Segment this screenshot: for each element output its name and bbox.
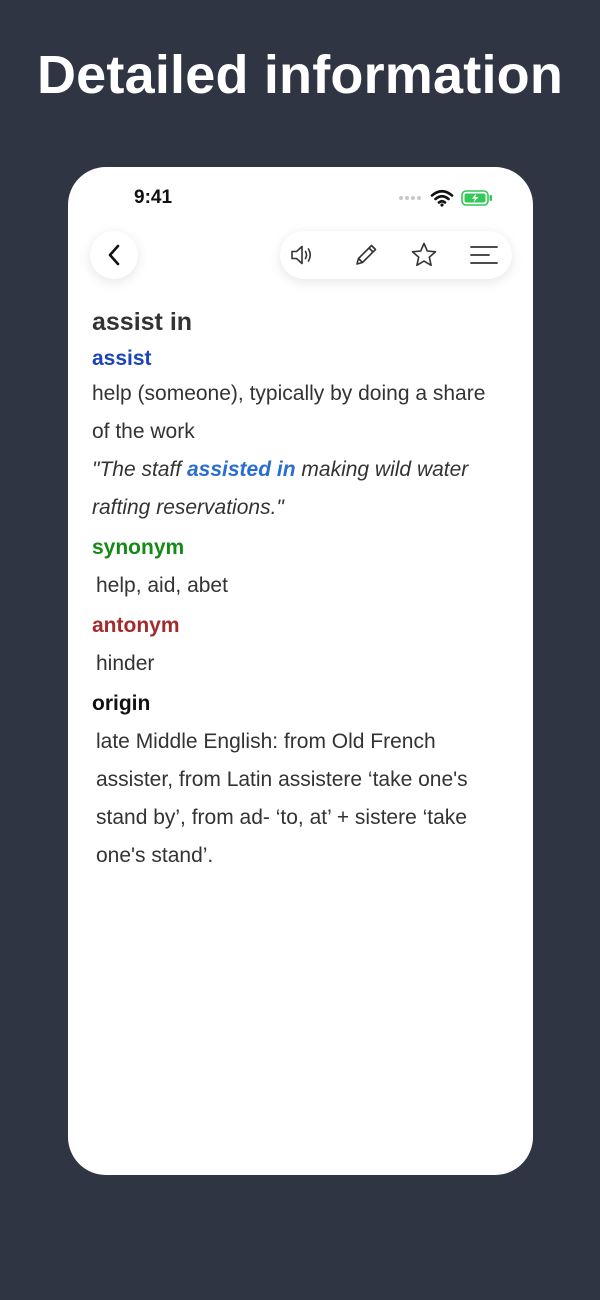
signal-icon	[399, 196, 421, 200]
example-highlight: assisted in	[187, 458, 296, 481]
speaker-icon	[291, 245, 312, 265]
menu-button[interactable]	[464, 231, 504, 279]
antonym-label: antonym	[92, 614, 180, 637]
pencil-icon	[356, 244, 377, 265]
entry-example: "The staff assisted in making wild water…	[92, 451, 502, 527]
entry-headword[interactable]: assist	[92, 343, 502, 375]
phone-screen: 9:41 assist in assist help (someone), ty…	[68, 167, 533, 1175]
chevron-left-icon	[108, 244, 120, 266]
entry-toolbar	[280, 231, 512, 279]
favorite-button[interactable]	[404, 231, 444, 279]
entry-term: assist in	[92, 308, 193, 336]
synonym-list: help, aid, abet	[96, 574, 228, 597]
star-icon	[411, 242, 437, 267]
menu-icon	[470, 246, 498, 264]
status-time: 9:41	[134, 187, 173, 208]
synonym-label: synonym	[92, 536, 185, 559]
wifi-icon	[430, 189, 454, 207]
battery-icon	[461, 190, 492, 206]
origin-text: late Middle English: from Old French ass…	[96, 730, 468, 867]
promo-headline: Detailed information	[36, 45, 564, 105]
entry-definition: help (someone), typically by doing a sha…	[92, 382, 486, 443]
back-button[interactable]	[90, 231, 138, 279]
edit-button[interactable]	[346, 231, 386, 279]
pronounce-button[interactable]	[283, 231, 323, 279]
status-icons	[398, 189, 493, 207]
antonym-list: hinder	[96, 652, 155, 675]
origin-label: origin	[92, 692, 151, 715]
example-open: "The staff	[92, 458, 187, 481]
entry-content: assist in assist help (someone), typical…	[92, 305, 502, 875]
